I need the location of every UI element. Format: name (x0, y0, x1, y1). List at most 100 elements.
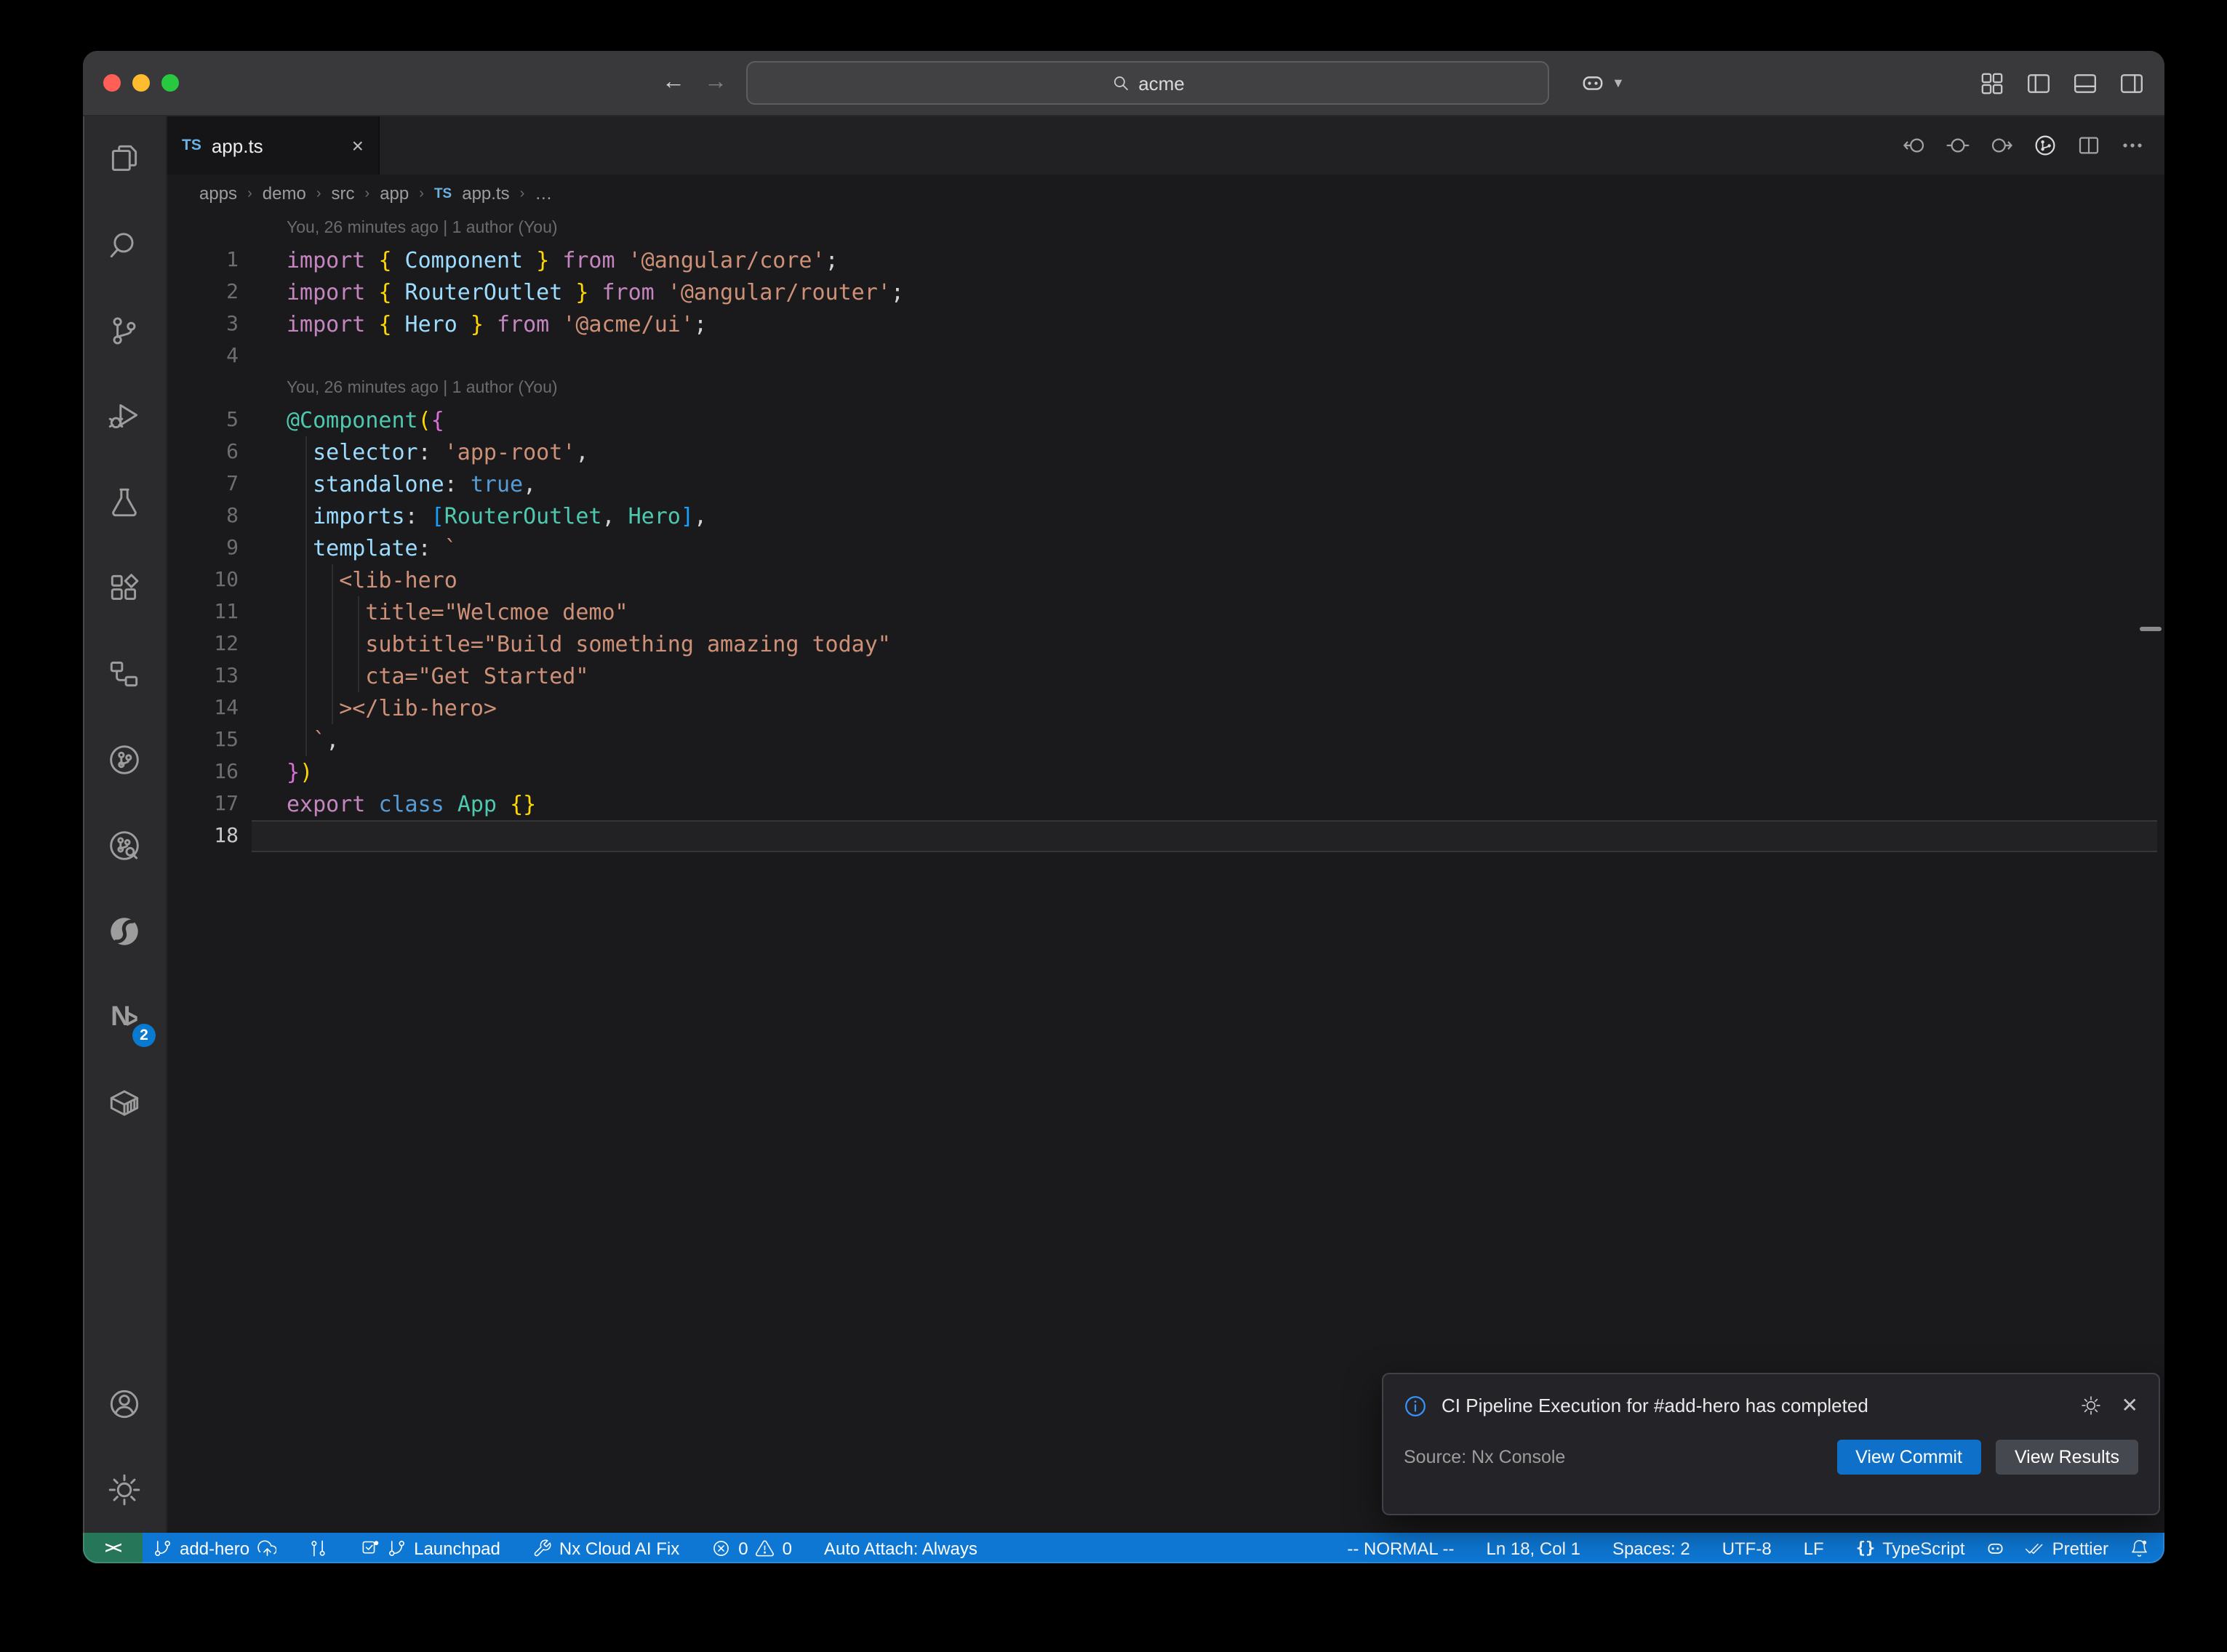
code-line-2[interactable]: 2import { RouterOutlet } from '@angular/… (167, 276, 2164, 308)
notification-toast: CI Pipeline Execution for #add-hero has … (1382, 1373, 2160, 1515)
search-icon (1111, 73, 1130, 92)
code-line-7[interactable]: 7 standalone: true, (167, 468, 2164, 500)
activity-bar-item-gitlens-inspect[interactable] (83, 803, 166, 889)
info-icon (1404, 1394, 1427, 1417)
notification-close-icon[interactable]: ✕ (2122, 1393, 2138, 1418)
line-number: 18 (167, 820, 287, 852)
mini-branch-icon (387, 1539, 407, 1558)
code-line-14[interactable]: 14 ></lib-hero> (167, 692, 2164, 724)
split-editor-icon[interactable] (2077, 134, 2100, 157)
code-line-13[interactable]: 13 cta="Get Started" (167, 660, 2164, 692)
code-line-1[interactable]: 1import { Component } from '@angular/cor… (167, 244, 2164, 276)
status-git-branch-status[interactable]: add-hero (143, 1533, 287, 1563)
breadcrumb-src[interactable]: src (332, 183, 355, 204)
code-line-4[interactable]: 4 (167, 340, 2164, 372)
code-line-6[interactable]: 6 selector: 'app-root', (167, 436, 2164, 468)
activity-bar-item-testing[interactable] (83, 460, 166, 545)
toggle-primary-sidebar-icon[interactable] (2026, 71, 2051, 95)
code-line-5[interactable]: 5@Component({ (167, 404, 2164, 436)
copilot-menu[interactable]: ▼ (1580, 70, 1625, 96)
status-launchpad[interactable]: Launchpad (350, 1533, 511, 1563)
status-problems[interactable]: 00 (701, 1533, 802, 1563)
line-number: 3 (167, 308, 287, 340)
editor-group: TS app.ts × apps›demo›src›app›TSapp.ts›…… (167, 116, 2164, 1533)
next-change-icon[interactable] (1990, 134, 2013, 157)
braces-icon: {} (1856, 1539, 1876, 1557)
bell-dot-icon (2129, 1539, 2148, 1558)
typescript-file-icon: TS (182, 137, 201, 154)
code-editor[interactable]: You, 26 minutes ago | 1 author (You)1imp… (167, 212, 2164, 1533)
activity-bar-item-accounts[interactable] (83, 1361, 166, 1447)
code-line-10[interactable]: 10 <lib-hero (167, 564, 2164, 596)
toggle-secondary-sidebar-icon[interactable] (2119, 71, 2144, 95)
breadcrumb-apps[interactable]: apps (199, 183, 237, 204)
status-remote-indicator[interactable]: >< (83, 1533, 143, 1563)
toggle-panel-icon[interactable] (2073, 71, 2098, 95)
status-formatter-prettier[interactable]: Prettier (2015, 1533, 2119, 1563)
activity-bar-item-search[interactable] (83, 202, 166, 288)
compare-change-icon[interactable] (1946, 134, 1970, 157)
notification-source: Source: Nx Console (1404, 1447, 1836, 1467)
status-nx-cloud-ai-fix[interactable]: Nx Cloud AI Fix (522, 1533, 689, 1563)
line-number: 16 (167, 756, 287, 788)
commit-graph-icon[interactable] (2034, 134, 2057, 157)
status-encoding[interactable]: UTF-8 (1712, 1533, 1782, 1563)
status-notifications-bell[interactable] (2119, 1533, 2159, 1563)
view-results-button[interactable]: View Results (1996, 1440, 2138, 1475)
code-line-18[interactable]: 18 (167, 820, 2164, 852)
code-line-8[interactable]: 8 imports: [RouterOutlet, Hero], (167, 500, 2164, 532)
status-eol[interactable]: LF (1794, 1533, 1834, 1563)
status-cursor-position[interactable]: Ln 18, Col 1 (1476, 1533, 1591, 1563)
breadcrumb[interactable]: apps›demo›src›app›TSapp.ts›… (167, 175, 2164, 212)
tab-strip: TS app.ts × (167, 116, 2164, 175)
wrench-icon (532, 1539, 552, 1558)
line-number: 13 (167, 660, 287, 692)
more-actions-icon[interactable] (2121, 134, 2144, 157)
activity-bar-item-nx-console[interactable]: N>2 (83, 974, 166, 1060)
status-ci-pipeline-status[interactable] (298, 1533, 338, 1563)
activity-bar-item-gitlens[interactable] (83, 717, 166, 803)
vscode-window: ← → acme ▼ N>2 TS app.ts (83, 51, 2164, 1563)
breadcrumb-file[interactable]: app.ts (462, 183, 509, 204)
code-line-16[interactable]: 16}) (167, 756, 2164, 788)
tab-app-ts[interactable]: TS app.ts × (167, 116, 380, 175)
activity-bar-item-containers[interactable] (83, 1060, 166, 1146)
cloud-upload-icon (257, 1539, 276, 1558)
view-commit-button[interactable]: View Commit (1836, 1440, 1981, 1475)
activity-bar-item-flow-view[interactable] (83, 631, 166, 717)
navigate-back-button[interactable]: ← (662, 71, 685, 95)
code-line-15[interactable]: 15 `, (167, 724, 2164, 756)
status-vim-mode[interactable]: -- NORMAL -- (1337, 1533, 1464, 1563)
code-line-17[interactable]: 17export class App {} (167, 788, 2164, 820)
status-language-mode[interactable]: {}TypeScript (1846, 1533, 1975, 1563)
breadcrumb-demo[interactable]: demo (263, 183, 306, 204)
customize-layout-icon[interactable] (1980, 71, 2004, 95)
zoom-window-button[interactable] (161, 74, 179, 92)
breadcrumb-overflow[interactable]: … (535, 183, 552, 204)
status-bar: ><add-hero Launchpad Nx Cloud AI Fix 00 Auto… (83, 1533, 2164, 1563)
close-window-button[interactable] (103, 74, 121, 92)
command-center-search[interactable]: acme (746, 61, 1549, 105)
notification-settings-gear-icon[interactable] (2081, 1395, 2103, 1416)
code-line-12[interactable]: 12 subtitle="Build something amazing tod… (167, 628, 2164, 660)
status-auto-attach[interactable]: Auto Attach: Always (814, 1533, 988, 1563)
close-tab-icon[interactable]: × (352, 134, 364, 157)
minimize-window-button[interactable] (132, 74, 150, 92)
navigate-forward-button[interactable]: → (704, 71, 727, 95)
activity-bar-item-settings[interactable] (83, 1447, 166, 1533)
status-copilot-status[interactable] (1975, 1533, 2015, 1563)
code-line-11[interactable]: 11 title="Welcmoe demo" (167, 596, 2164, 628)
status-indentation[interactable]: Spaces: 2 (1602, 1533, 1700, 1563)
chevron-down-icon: ▼ (1612, 76, 1625, 90)
activity-bar-item-explorer[interactable] (83, 116, 166, 202)
activity-bar-item-run-and-debug[interactable] (83, 374, 166, 460)
code-line-9[interactable]: 9 template: ` (167, 532, 2164, 564)
search-value: acme (1138, 72, 1185, 94)
code-line-3[interactable]: 3import { Hero } from '@acme/ui'; (167, 308, 2164, 340)
activity-bar-item-devtools[interactable] (83, 889, 166, 974)
previous-change-icon[interactable] (1903, 134, 1926, 157)
line-number: 17 (167, 788, 287, 820)
breadcrumb-app[interactable]: app (380, 183, 409, 204)
activity-bar-item-extensions[interactable] (83, 545, 166, 631)
activity-bar-item-source-control[interactable] (83, 288, 166, 374)
